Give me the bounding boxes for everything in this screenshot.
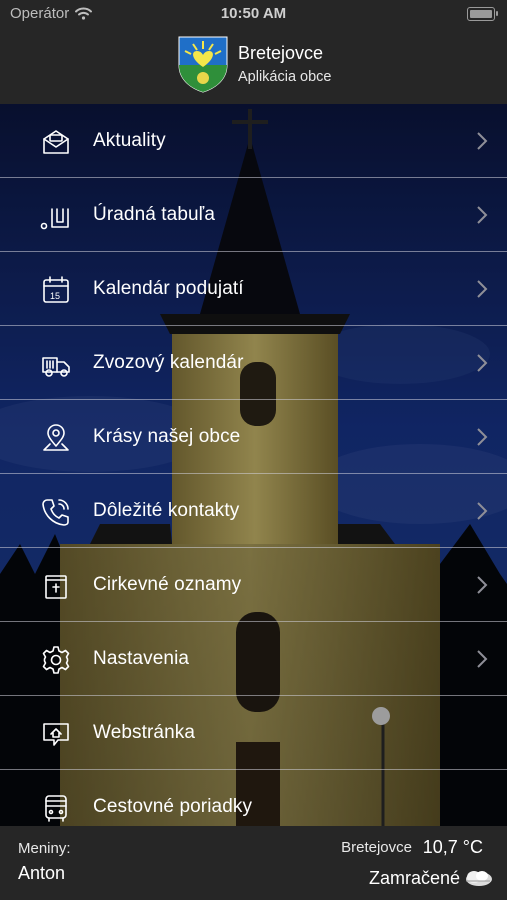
bus-icon — [40, 792, 72, 824]
battery-icon — [467, 7, 498, 21]
chevron-right-icon — [475, 204, 489, 226]
app-title: Bretejovce — [238, 43, 324, 63]
notice-board-icon — [40, 200, 72, 232]
map-pin-icon — [40, 422, 72, 454]
chevron-right-icon — [475, 278, 489, 300]
envelope-icon — [40, 126, 72, 158]
menu-item-webstranka[interactable]: Webstránka — [0, 696, 507, 770]
cloud-icon — [466, 871, 492, 886]
website-icon — [40, 718, 72, 750]
menu-item-label: Kalendár podujatí — [93, 277, 244, 299]
chevron-right-icon — [475, 130, 489, 152]
top-bar: Operátor 10:50 AM Bretejovce Aplikácia o… — [0, 0, 507, 104]
name-day-label: Meniny: — [18, 840, 71, 857]
chevron-right-icon — [475, 500, 489, 522]
menu-item-label: Dôležité kontakty — [93, 499, 240, 521]
garbage-truck-icon — [40, 348, 72, 380]
coat-of-arms-icon — [178, 36, 228, 93]
menu-item-label: Cirkevné oznamy — [93, 573, 242, 595]
app-brand: Bretejovce Aplikácia obce — [177, 35, 332, 93]
menu-item-nastavenia[interactable]: Nastavenia — [0, 622, 507, 696]
clock: 10:50 AM — [220, 5, 287, 22]
menu-item-krasy-nasej-obce[interactable]: Krásy našej obce — [0, 400, 507, 474]
chevron-right-icon — [475, 648, 489, 670]
menu-item-aktuality[interactable]: Aktuality — [0, 104, 507, 178]
menu-item-label: Úradná tabuľa — [93, 203, 215, 225]
weather-city: Bretejovce — [341, 839, 412, 856]
app-subtitle: Aplikácia obce — [238, 69, 332, 85]
menu-item-label: Nastavenia — [93, 647, 190, 669]
main-menu: Aktuality Úradná tabuľa 15 Kalendár podu… — [0, 104, 507, 844]
church-notice-icon — [40, 570, 72, 602]
name-day-value: Anton — [18, 863, 66, 883]
menu-item-cirkevne-oznamy[interactable]: Cirkevné oznamy — [0, 548, 507, 622]
menu-item-label: Aktuality — [93, 129, 166, 151]
chevron-right-icon — [475, 426, 489, 448]
phone-icon — [40, 496, 72, 528]
gear-icon — [40, 644, 72, 676]
menu-item-dolezite-kontakty[interactable]: Dôležité kontakty — [0, 474, 507, 548]
svg-text:15: 15 — [50, 291, 60, 301]
info-bar: Meniny: Anton Bretejovce 10,7 °C Zamrače… — [0, 826, 507, 900]
weather-condition: Zamračené — [368, 868, 460, 888]
weather-temperature: 10,7 °C — [422, 837, 483, 857]
menu-item-label: Krásy našej obce — [93, 425, 241, 447]
menu-item-kalendar-podujati[interactable]: 15 Kalendár podujatí — [0, 252, 507, 326]
menu-item-label: Webstránka — [93, 721, 196, 743]
menu-item-label: Cestovné poriadky — [93, 795, 253, 817]
menu-item-zvozovy-kalendar[interactable]: Zvozový kalendár — [0, 326, 507, 400]
calendar-icon: 15 — [40, 274, 72, 306]
menu-item-label: Zvozový kalendár — [93, 351, 244, 373]
menu-item-uradna-tabula[interactable]: Úradná tabuľa — [0, 178, 507, 252]
status-bar: Operátor 10:50 AM — [0, 0, 507, 28]
chevron-right-icon — [475, 352, 489, 374]
chevron-right-icon — [475, 574, 489, 596]
